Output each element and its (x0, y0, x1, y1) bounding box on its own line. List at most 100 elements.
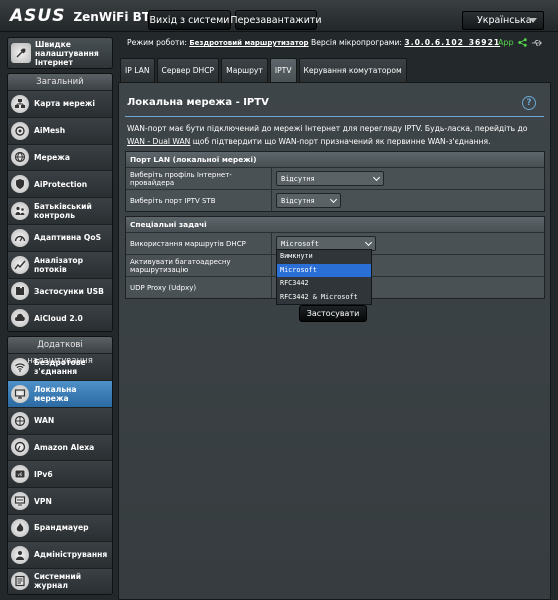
sidebar-item-label: Аналізатор потоків (34, 255, 84, 274)
sidebar-item-traffic-chart[interactable]: Аналізатор потоків (8, 250, 112, 278)
vpn-icon (11, 492, 29, 511)
wireless-icon (11, 358, 29, 377)
sidebar-item-label: AiMesh (34, 126, 66, 136)
sidebar-item-wireless[interactable]: Бездротове з'єднання (8, 353, 112, 380)
sidebar-item-shield[interactable]: AiProtection (8, 170, 112, 198)
sidebar-item-label: VPN (34, 496, 52, 506)
tab-4[interactable]: Керування комутатором (298, 58, 407, 82)
ipv6-icon: v6 (11, 465, 29, 484)
sidebar-item-ipv6[interactable]: v6 IPv6 (8, 460, 112, 488)
isp-profile-label: Виберіть профіль Інтернет-провайдера (126, 168, 272, 189)
mode-label: Режим роботи: (127, 38, 187, 47)
network-map-icon (11, 94, 29, 113)
advanced-section: Додаткові налаштування Бездротове з'єдна… (7, 336, 113, 596)
firmware-link[interactable]: 3.0.0.6.102_36921 (404, 38, 500, 47)
special-tasks-header: Спеціальні задачі (126, 217, 544, 232)
admin-icon (11, 545, 29, 564)
network-icon (11, 148, 29, 167)
page-title: Локальна мережа - IPTV (127, 97, 269, 108)
sidebar-item-vpn[interactable]: VPN (8, 487, 112, 514)
sidebar-item-label: Карта мережі (34, 99, 96, 109)
mode-link[interactable]: Бездротовий маршрутизатор (189, 39, 308, 47)
chevron-down-icon (329, 195, 338, 204)
dhcp-routes-label: Використання маршрутів DHCP (126, 233, 272, 254)
lan-port-header: Порт LAN (локальної мережі) (126, 152, 544, 167)
wan-dual-wan-link[interactable]: WAN - Dual WAN (127, 137, 190, 146)
language-select[interactable]: Українська (462, 11, 544, 30)
firmware-label: Версія мікропрограми: (311, 38, 402, 47)
table-row: Виберіть порт IPTV STB Відсутня (126, 189, 544, 211)
status-line: Режим роботи: Бездротовий маршрутизатор … (127, 38, 500, 47)
usb-icon[interactable] (531, 38, 543, 48)
chevron-down-icon (529, 18, 537, 23)
firewall-icon (11, 518, 29, 537)
dropdown-option[interactable]: RFC3442 (277, 277, 371, 291)
log-icon (11, 572, 29, 591)
lan-icon (11, 384, 29, 403)
sidebar-item-family[interactable]: Батьківський контроль (8, 197, 112, 224)
dropdown-option[interactable]: RFC3442 & Microsoft (277, 291, 371, 305)
family-icon (11, 202, 29, 221)
language-label: Українська (477, 15, 532, 26)
sidebar-item-aimesh[interactable]: AiMesh (8, 116, 112, 144)
sidebar-item-label: IPv6 (34, 469, 53, 479)
tab-3[interactable]: IPTV (269, 58, 297, 82)
page-description: WAN-порт має бути підключений до мережі … (127, 122, 545, 148)
sidebar-item-label: Локальна мережа (34, 384, 77, 403)
sidebar-item-firewall[interactable]: Брандмауер (8, 513, 112, 541)
app-label[interactable]: App (498, 38, 514, 47)
usb-puzzle-icon (11, 282, 29, 301)
sidebar-item-globe[interactable]: WAN (8, 406, 112, 434)
share-icon[interactable] (517, 37, 528, 48)
logout-button[interactable]: Вихід з системи (148, 10, 231, 30)
sidebar-item-usb-puzzle[interactable]: Застосунки USB (8, 277, 112, 305)
multicast-label: Активувати багатоадресну маршрутизацію (126, 255, 272, 276)
traffic-chart-icon (11, 255, 29, 274)
isp-profile-select[interactable]: Відсутня (276, 171, 384, 186)
tab-bar: IP LAN Сервер DHCP Маршрут IPTV Керування ко… (120, 58, 407, 82)
globe-icon (11, 411, 29, 430)
help-icon[interactable]: ? (522, 96, 536, 110)
tab-2[interactable]: Маршрут (221, 58, 268, 82)
qos-gauge-icon (11, 228, 29, 247)
sidebar-item-alexa[interactable]: Amazon Alexa (8, 433, 112, 461)
sidebar-item-lan[interactable]: Локальна мережа (8, 379, 112, 407)
dropdown-option[interactable]: Вимкнути (277, 250, 371, 264)
status-icons: App (498, 37, 543, 48)
quick-setup-label: Швидке налаштування Інтернет (35, 39, 99, 67)
shield-icon (11, 175, 29, 194)
cloud-icon (11, 309, 29, 328)
dropdown-option[interactable]: Microsoft (277, 263, 371, 277)
sidebar-item-log[interactable]: Системний журнал (8, 567, 112, 595)
sidebar-item-label: AiCloud 2.0 (34, 313, 83, 323)
sidebar-item-cloud[interactable]: AiCloud 2.0 (8, 304, 112, 332)
brand-name: ASUS (10, 6, 66, 26)
sidebar-item-label: WAN (34, 416, 55, 426)
isp-profile-value: Відсутня (281, 174, 315, 183)
sidebar-item-network-map[interactable]: Карта мережі (8, 90, 112, 117)
top-bar: ASUS ZenWiFi BT10 Вихід з системи Переза… (0, 0, 558, 32)
sidebar-item-label: Брандмауер (34, 523, 89, 533)
sidebar-item-label: Адаптивна QoS (34, 233, 102, 243)
aimesh-icon (11, 121, 29, 140)
quick-setup-button[interactable]: Швидке налаштування Інтернет (7, 37, 113, 69)
table-row: Виберіть профіль Інтернет-провайдера Від… (126, 167, 544, 189)
sidebar-item-label: Адміністрування (34, 550, 108, 560)
sidebar-item-label: Мережа (34, 152, 70, 162)
sidebar-item-admin[interactable]: Адміністрування (8, 540, 112, 568)
sidebar-item-label: Батьківський контроль (34, 202, 92, 221)
dhcp-routes-value: Microsoft (281, 239, 319, 248)
tab-1[interactable]: Сервер DHCP (156, 58, 220, 82)
sidebar-item-network[interactable]: Мережа (8, 143, 112, 171)
iptv-stb-select[interactable]: Відсутня (276, 193, 341, 208)
sidebar-item-label: Бездротове з'єднання (34, 358, 86, 377)
sidebar-item-label: Застосунки USB (34, 286, 104, 296)
desc-text-1: WAN-порт має бути підключений до мережі … (127, 124, 528, 133)
advanced-section-title: Додаткові налаштування (8, 337, 112, 366)
general-section: Загальний Карта мережі AiMesh Мережа AiProt… (7, 73, 113, 333)
tab-0[interactable]: IP LAN (120, 58, 155, 82)
sidebar-item-qos-gauge[interactable]: Адаптивна QoS (8, 223, 112, 251)
reboot-button[interactable]: Перезавантажити (230, 10, 322, 30)
apply-button[interactable]: Застосувати (299, 305, 367, 322)
alexa-icon (11, 438, 29, 457)
